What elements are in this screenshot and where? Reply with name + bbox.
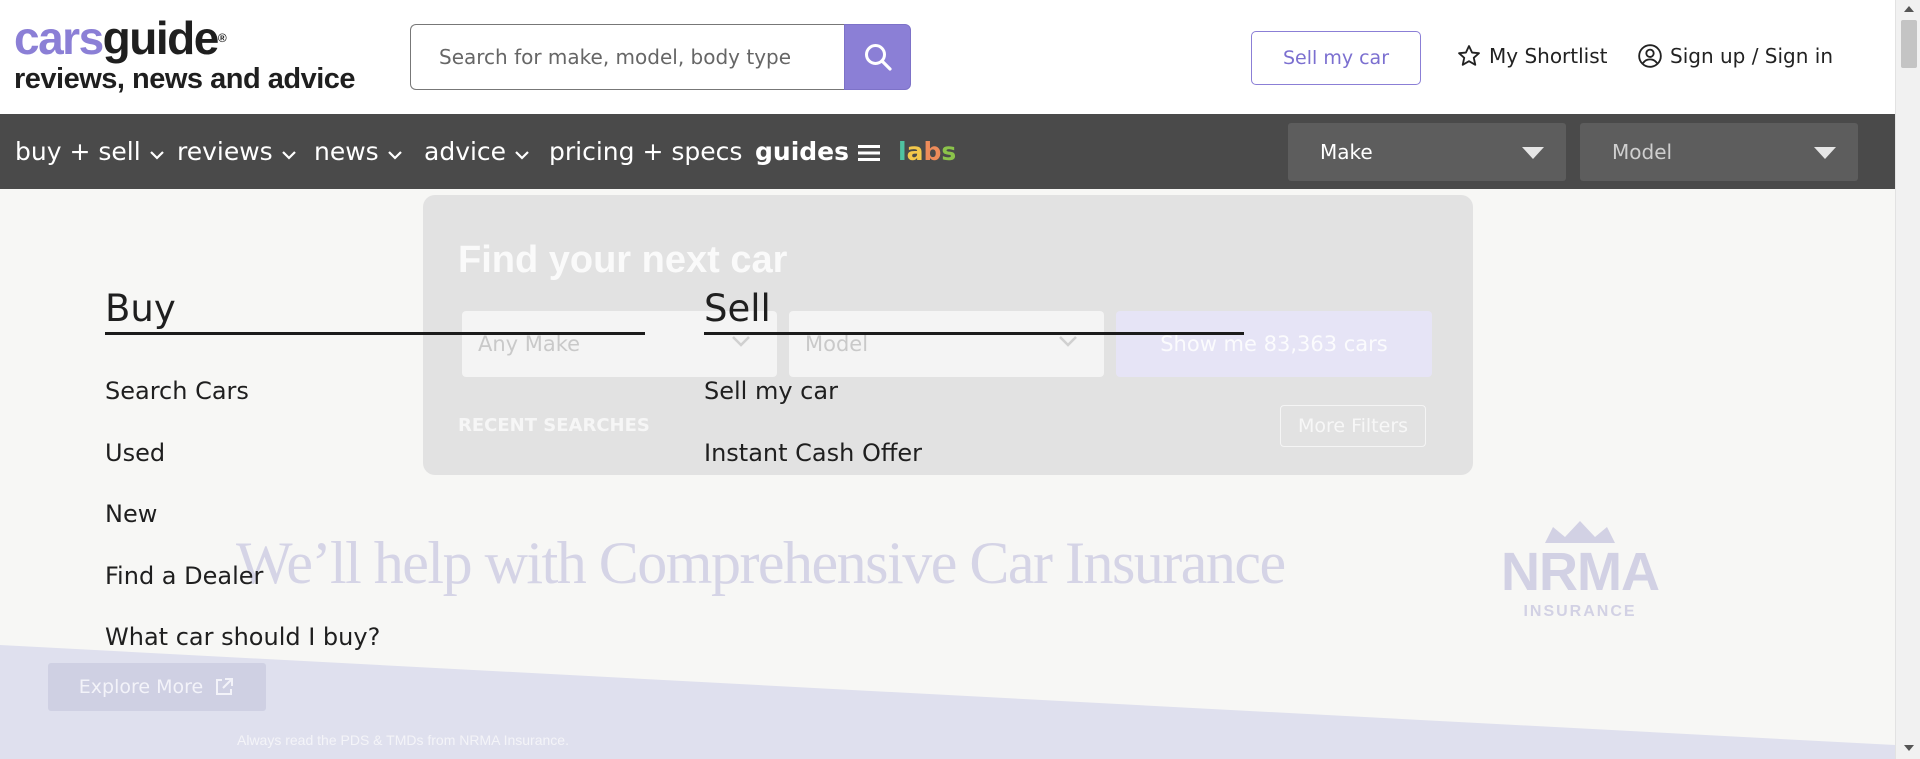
menu-link-what-car[interactable]: What car should I buy? <box>105 622 380 684</box>
site-search <box>410 24 911 90</box>
scroll-thumb[interactable] <box>1901 20 1917 68</box>
logo-cars: cars <box>14 12 104 64</box>
chevron-down-icon <box>1059 336 1077 347</box>
my-shortlist-link[interactable]: My Shortlist <box>1456 43 1608 69</box>
search-input[interactable] <box>410 24 846 90</box>
labs-letter-l: l <box>898 137 907 166</box>
menu-sell-column: Sell Sell my car Instant Cash Offer <box>704 286 1244 467</box>
sign-in-label: Sign up / Sign in <box>1670 44 1834 68</box>
main-nav: buy + sell reviews news advice pricing +… <box>0 114 1895 189</box>
menu-link-search-cars[interactable]: Search Cars <box>105 376 380 438</box>
nrma-insurance-label: INSURANCE <box>1523 603 1637 620</box>
nav-news[interactable]: news <box>314 114 403 189</box>
sell-my-car-button[interactable]: Sell my car <box>1251 31 1421 85</box>
logo-guide: guide <box>102 12 220 64</box>
star-outline-icon <box>1458 45 1480 66</box>
nav-pricing-specs-label: pricing + specs <box>549 137 743 166</box>
sign-in-link[interactable]: Sign up / Sign in <box>1637 43 1833 69</box>
nav-advice[interactable]: advice <box>424 114 530 189</box>
labs-letter-a: a <box>906 137 924 166</box>
menu-sell-heading: Sell <box>704 287 771 330</box>
nav-buy-sell-label: buy + sell <box>15 137 141 166</box>
nav-model-select[interactable]: Model <box>1580 123 1858 181</box>
nav-news-label: news <box>314 137 379 166</box>
logo-tagline: reviews, news and advice <box>14 63 356 95</box>
dropdown-triangle-icon <box>1522 147 1544 159</box>
menu-buy-links: Search Cars Used New Find a Dealer What … <box>105 376 380 684</box>
chevron-down-icon <box>732 336 750 347</box>
hamburger-icon <box>858 144 880 161</box>
menu-buy-column: Buy Search Cars Used New Find a Dealer W… <box>105 286 645 651</box>
ad-headline: We’ll help with Comprehensive Car Insura… <box>236 530 1286 596</box>
my-shortlist-label: My Shortlist <box>1489 44 1608 68</box>
search-icon <box>864 44 892 71</box>
labs-letter-b: b <box>923 137 942 166</box>
menu-link-find-dealer[interactable]: Find a Dealer <box>105 561 380 623</box>
search-button[interactable] <box>844 24 911 90</box>
nav-reviews[interactable]: reviews <box>177 114 297 189</box>
nav-model-value: Model <box>1612 140 1673 164</box>
chevron-down-icon <box>281 150 296 160</box>
menu-link-instant-cash-offer[interactable]: Instant Cash Offer <box>704 438 922 500</box>
chevron-down-icon <box>149 150 164 160</box>
menu-buy-divider <box>105 332 645 335</box>
nav-labs[interactable]: labs <box>898 114 956 189</box>
carsguide-logo[interactable]: carsguide® reviews, news and advice <box>14 14 356 96</box>
nav-make-value: Make <box>1320 140 1373 164</box>
site-header: carsguide® reviews, news and advice Sell… <box>0 0 1895 114</box>
logo-wordmark: carsguide® <box>14 14 355 62</box>
logo-registered-mark: ® <box>217 31 227 45</box>
nrma-wordmark: NRMA <box>1501 542 1660 602</box>
menu-link-sell-my-car[interactable]: Sell my car <box>704 376 922 438</box>
menu-buy-heading: Buy <box>105 287 176 330</box>
nav-advice-label: advice <box>424 137 507 166</box>
finder-title: Find your next car <box>458 239 788 281</box>
dropdown-triangle-icon <box>1814 147 1836 159</box>
more-filters-button[interactable]: More Filters <box>1280 405 1426 447</box>
menu-link-new[interactable]: New <box>105 499 380 561</box>
car-finder-panel: Find your next car Any Make Model Show m… <box>423 195 1473 475</box>
ad-disclaimer: Always read the PDS & TMDs from NRMA Ins… <box>237 732 569 748</box>
chevron-down-icon <box>515 150 529 160</box>
nav-reviews-label: reviews <box>177 137 273 166</box>
menu-link-used[interactable]: Used <box>105 438 380 500</box>
chevron-down-icon <box>387 150 402 160</box>
nrma-logo[interactable]: NRMA INSURANCE <box>1495 519 1665 621</box>
scroll-down-arrow-icon[interactable] <box>1904 745 1914 751</box>
nav-buy-sell[interactable]: buy + sell <box>15 114 165 189</box>
nav-make-select[interactable]: Make <box>1288 123 1566 181</box>
finder-model-value: Model <box>805 332 869 356</box>
nav-pricing-specs[interactable]: pricing + specs <box>549 114 742 189</box>
recent-searches-label: RECENT SEARCHES <box>458 415 650 436</box>
nav-guides[interactable]: guides <box>755 114 880 189</box>
scroll-up-arrow-icon[interactable] <box>1904 6 1914 12</box>
labs-letter-s: s <box>941 137 957 166</box>
menu-sell-divider <box>704 332 1244 335</box>
menu-sell-links: Sell my car Instant Cash Offer <box>704 376 922 499</box>
finder-make-value: Any Make <box>478 332 581 356</box>
user-circle-icon <box>1638 44 1662 68</box>
nav-guides-label: guides <box>755 137 849 166</box>
page-scrollbar[interactable] <box>1895 0 1920 759</box>
